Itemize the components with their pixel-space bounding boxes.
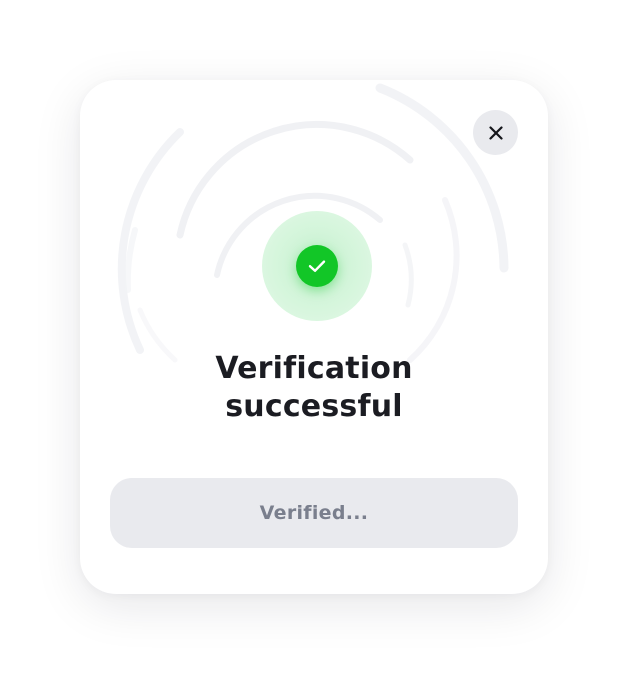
dialog-title-line-2: successful	[225, 389, 403, 424]
verified-button[interactable]: Verified...	[110, 478, 518, 548]
verification-dialog: Verification successful Verified...	[80, 80, 548, 594]
close-button[interactable]	[473, 110, 518, 155]
checkmark-icon	[308, 260, 326, 272]
dialog-title: Verification successful	[80, 350, 548, 426]
dialog-title-line-1: Verification	[215, 351, 413, 386]
close-icon	[488, 125, 503, 140]
success-badge	[296, 245, 338, 287]
page-backdrop: Verification successful Verified...	[0, 0, 628, 675]
